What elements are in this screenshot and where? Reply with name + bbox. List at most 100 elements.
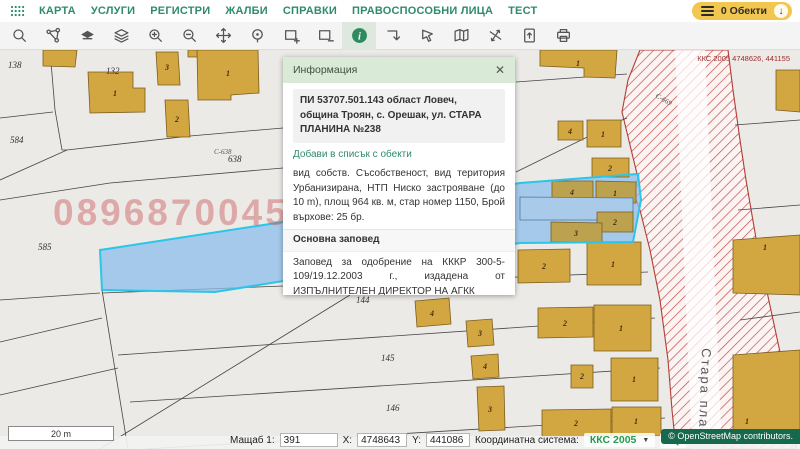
map-toolbar: i [0, 22, 800, 50]
building-label: 3 [164, 63, 169, 72]
objects-count-label: 0 Обекти [721, 5, 767, 17]
building-label: 3 [477, 329, 482, 338]
parcel-label: 146 [386, 403, 400, 413]
building-label: 1 [634, 417, 638, 426]
hamburger-icon [701, 6, 714, 16]
tool-layers-button[interactable] [104, 22, 138, 50]
parcel-label: 145 [381, 353, 395, 363]
info-panel-header: Информация ✕ [283, 57, 515, 83]
building-label: 3 [573, 229, 578, 238]
building-label: 3 [487, 405, 492, 414]
building-label: 1 [619, 324, 623, 333]
x-coordinate-input[interactable] [357, 433, 407, 447]
panel-title-label: Информация [293, 64, 357, 76]
nav-item-6[interactable]: ПРАВОСПОСОБНИ ЛИЦА [352, 5, 493, 17]
scale-bar: 20 m [8, 426, 114, 441]
measure-icon [385, 27, 402, 44]
zoom-out-icon [181, 27, 198, 44]
objects-button[interactable]: 0 Обекти ↓ [692, 2, 792, 20]
tool-select-cursor-button[interactable] [410, 22, 444, 50]
crs-select[interactable]: ККС 2005 ▼ [584, 433, 655, 447]
top-navigation: КАРТА УСЛУГИ РЕГИСТРИ ЖАЛБИ СПРАВКИ ПРАВОСПОС… [0, 0, 800, 22]
nav-item-5[interactable]: СПРАВКИ [283, 5, 337, 17]
tool-map-sheet-button[interactable] [444, 22, 478, 50]
building-label: 4 [567, 127, 572, 136]
tool-zoom-rect-in-button[interactable] [274, 22, 308, 50]
select-features-icon [45, 27, 62, 44]
print-icon [555, 27, 572, 44]
nav-item-2[interactable]: УСЛУГИ [91, 5, 135, 17]
building-label: 1 [113, 89, 117, 98]
crs-label: Координатна система: [475, 435, 579, 446]
info-panel: Информация ✕ ПИ 53707.501.143 област Лов… [283, 57, 515, 295]
apps-grid-icon[interactable] [10, 5, 25, 17]
tool-zoom-in-button[interactable] [138, 22, 172, 50]
parcel-identifier: ПИ 53707.501.143 област Ловеч, община Тр… [293, 89, 505, 143]
zoom-rect-in-icon [283, 27, 300, 44]
nav-item-4[interactable]: ЖАЛБИ [225, 5, 268, 17]
zoom-in-icon [147, 27, 164, 44]
building-label: 2 [174, 115, 179, 124]
building-label: 1 [611, 260, 615, 269]
chevron-down-icon: ▼ [642, 437, 649, 444]
watermark: 0896870045 [53, 192, 289, 234]
building-label: 1 [613, 189, 617, 198]
scale-input[interactable] [280, 433, 338, 447]
building-label: 1 [632, 375, 636, 384]
building-label: 1 [763, 243, 767, 252]
tool-rotate-button[interactable] [478, 22, 512, 50]
tool-info-button[interactable]: i [342, 22, 376, 50]
nav-item-1[interactable]: КАРТА [39, 5, 76, 17]
download-arrow-icon[interactable]: ↓ [774, 4, 788, 18]
tool-select-features-button[interactable] [36, 22, 70, 50]
tool-export-button[interactable] [512, 22, 546, 50]
parcel-label: 638 [228, 154, 242, 164]
info-panel-body: ПИ 53707.501.143 област Ловеч, община Тр… [283, 83, 515, 295]
building [43, 50, 77, 67]
parcel-label: 132 [106, 66, 120, 76]
order-section-header: Основна заповед [283, 229, 515, 252]
status-controls: Мащаб 1: X: Y: Координатна система: ККС … [230, 432, 686, 448]
y-label: Y: [412, 435, 421, 446]
building-label: 1 [576, 59, 580, 68]
tool-print-button[interactable] [546, 22, 580, 50]
tool-base-layer-button[interactable] [70, 22, 104, 50]
parcel-label: 585 [38, 242, 52, 252]
scale-bar-label: 20 m [51, 429, 71, 439]
building-label: 1 [745, 417, 749, 426]
nav-item-3[interactable]: РЕГИСТРИ [150, 5, 210, 17]
parcel-details: вид собств. Съсобственост, вид територия… [293, 167, 505, 225]
y-coordinate-input[interactable] [426, 433, 470, 447]
tool-zoom-out-button[interactable] [172, 22, 206, 50]
osm-attribution-link[interactable]: © OpenStreetMap contributors. [661, 429, 800, 444]
building-label: 4 [429, 309, 434, 318]
add-to-objects-link[interactable]: Добави в списък с обекти [293, 148, 505, 163]
rotate-icon [487, 27, 504, 44]
parcel-label: 144 [356, 295, 370, 305]
tool-search-button[interactable] [2, 22, 36, 50]
main-menu: КАРТА УСЛУГИ РЕГИСТРИ ЖАЛБИ СПРАВКИ ПРАВОСПОС… [39, 5, 537, 17]
svg-text:i: i [358, 31, 361, 42]
x-label: X: [343, 435, 352, 446]
street-name-label: Стара пла [696, 348, 714, 429]
tool-pan-button[interactable] [206, 22, 240, 50]
tool-locate-button[interactable] [240, 22, 274, 50]
building-label: 4 [569, 188, 574, 197]
building [776, 70, 800, 112]
export-icon [521, 27, 538, 44]
building-label: 2 [562, 319, 567, 328]
zoom-rect-out-icon [317, 27, 334, 44]
parcel-label: 138 [8, 60, 22, 70]
tool-zoom-rect-out-button[interactable] [308, 22, 342, 50]
close-icon[interactable]: ✕ [495, 64, 505, 76]
building-label: 4 [482, 362, 487, 371]
select-cursor-icon [419, 27, 436, 44]
building-label: 2 [612, 218, 617, 227]
nav-item-7[interactable]: ТЕСТ [508, 5, 537, 17]
building-label: 2 [579, 372, 584, 381]
base-layer-icon [79, 27, 96, 44]
tool-measure-button[interactable] [376, 22, 410, 50]
scale-label: Мащаб 1: [230, 435, 275, 446]
parcel-label: 584 [10, 135, 24, 145]
layers-icon [113, 27, 130, 44]
